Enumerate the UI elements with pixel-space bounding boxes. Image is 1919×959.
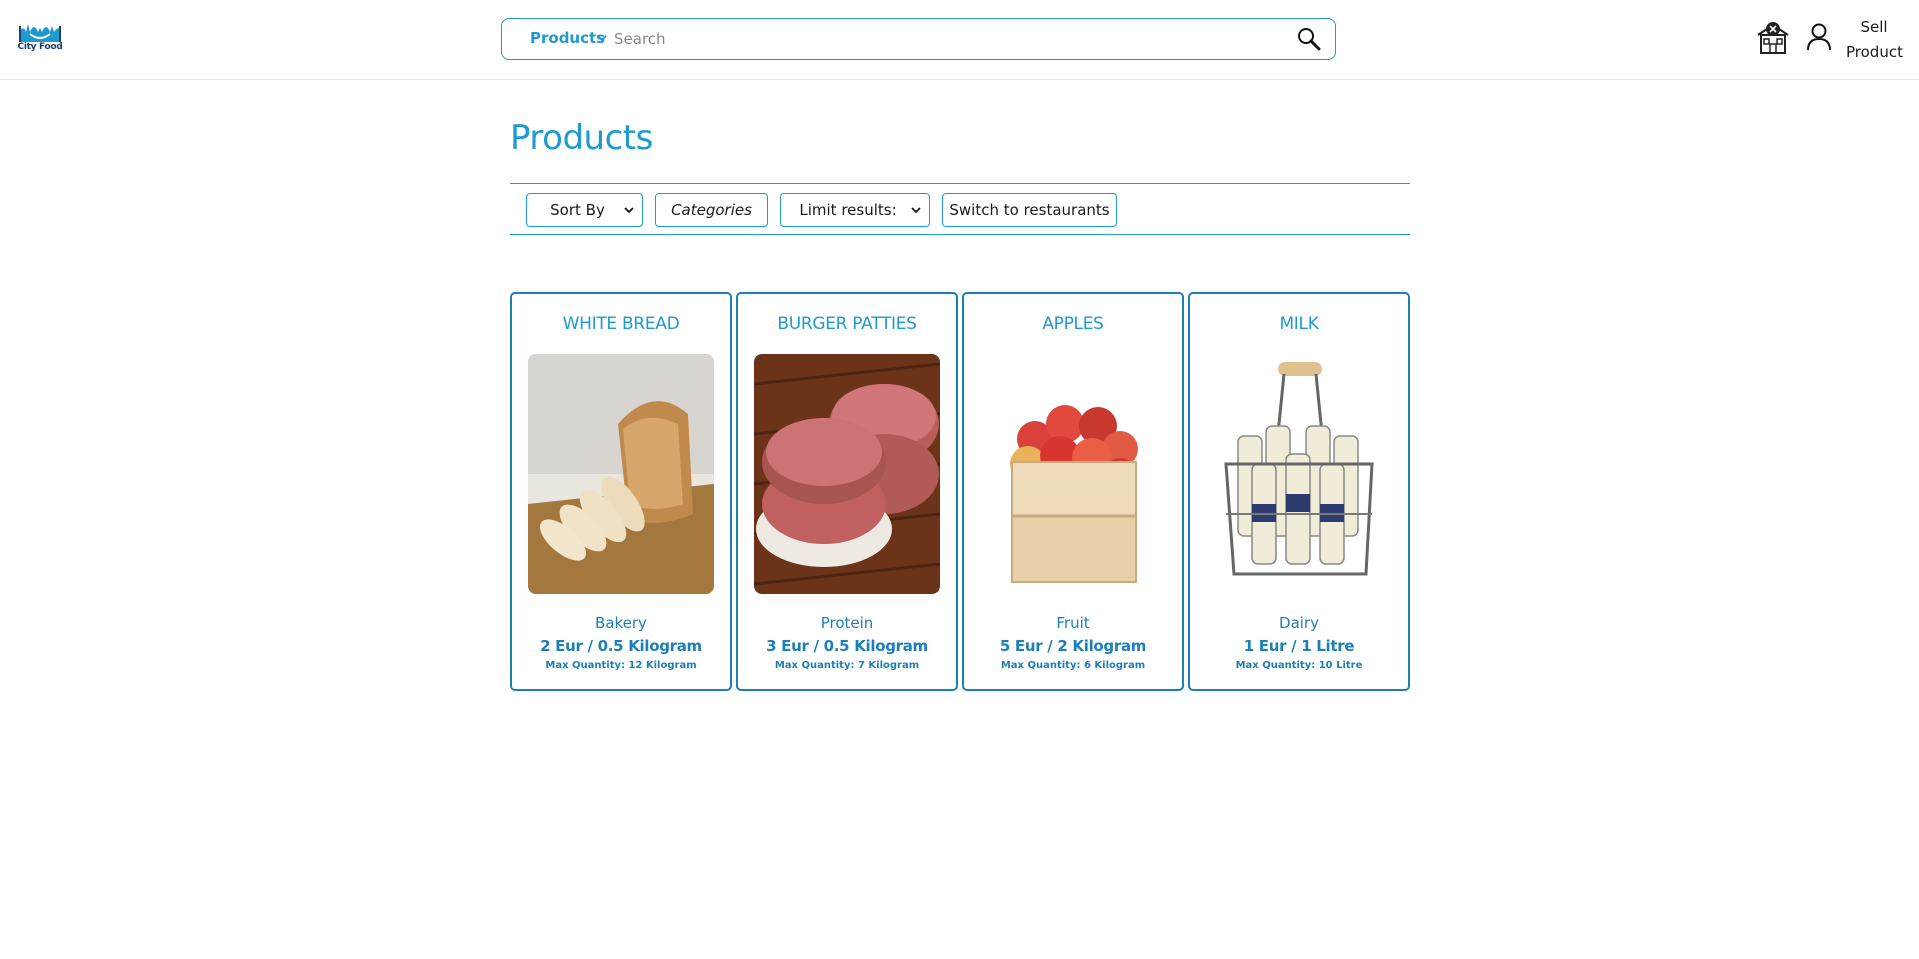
sell-label-line1: Sell [1860,18,1888,36]
logo-text: City Food [17,42,63,52]
limit-results-label: Limit results: [799,201,897,219]
filter-bar: Sort By Categories Limit results: Switch… [510,183,1410,235]
product-price: 2 Eur / 0.5 Kilogram [540,637,702,655]
search-input[interactable] [614,25,1274,53]
sort-by-label: Sort By [550,201,605,219]
milk-bottles-image [1206,354,1392,594]
switch-to-restaurants-button[interactable]: Switch to restaurants [942,193,1117,227]
top-navbar: City Food Products Sell Product [0,0,1919,80]
product-max-quantity: Max Quantity: 12 Kilogram [545,660,697,671]
magnifier-icon[interactable] [1297,27,1321,51]
user-icon[interactable] [1806,23,1832,51]
product-card[interactable]: MILK Dairy 1 Eur / 1 Litre Max Quantity:… [1188,292,1410,691]
chevron-down-icon [624,207,634,214]
chevron-down-icon[interactable] [595,31,609,45]
page-title: Products [510,118,653,158]
limit-results-select[interactable]: Limit results: [780,193,930,227]
product-category: Dairy [1279,614,1319,632]
product-max-quantity: Max Quantity: 6 Kilogram [1000,660,1146,671]
bread-image [528,354,714,594]
product-category: Bakery [595,614,647,632]
product-card[interactable]: BURGER PATTIES Protein 3 Eur / 0.5 Kilog… [736,292,958,691]
burger-patties-image [754,354,940,594]
product-price: 5 Eur / 2 Kilogram [999,637,1147,655]
product-card[interactable]: APPLES Fruit 5 Eur / 2 Kilogram Max Quan… [962,292,1184,691]
product-category: Fruit [1056,614,1090,632]
product-max-quantity: Max Quantity: 10 Litre [1235,660,1363,671]
product-name: WHITE BREAD [562,314,680,334]
sell-product-link[interactable]: Sell Product [1846,15,1903,65]
product-price: 3 Eur / 0.5 Kilogram [766,637,928,655]
product-grid: WHITE BREAD Bakery 2 Eur / 0.5 Kilogram … [510,292,1410,692]
product-card[interactable]: WHITE BREAD Bakery 2 Eur / 0.5 Kilogram … [510,292,732,691]
apples-image [980,354,1166,594]
search-bar: Products [501,18,1336,60]
product-category: Protein [820,614,874,632]
product-max-quantity: Max Quantity: 7 Kilogram [774,660,920,671]
product-name: BURGER PATTIES [777,314,917,334]
categories-label: Categories [671,201,752,219]
restaurant-icon[interactable] [1755,20,1791,56]
search-scope-select[interactable]: Products [530,29,605,47]
categories-button[interactable]: Categories [655,193,768,227]
sell-label-line2: Product [1846,43,1903,61]
chevron-down-icon [911,207,921,214]
sort-by-select[interactable]: Sort By [526,193,643,227]
product-price: 1 Eur / 1 Litre [1243,637,1355,655]
product-name: APPLES [1042,314,1104,334]
switch-label: Switch to restaurants [949,201,1110,219]
logo-skyline-icon [19,24,61,42]
city-food-logo[interactable]: City Food [16,20,64,56]
product-name: MILK [1279,314,1319,334]
